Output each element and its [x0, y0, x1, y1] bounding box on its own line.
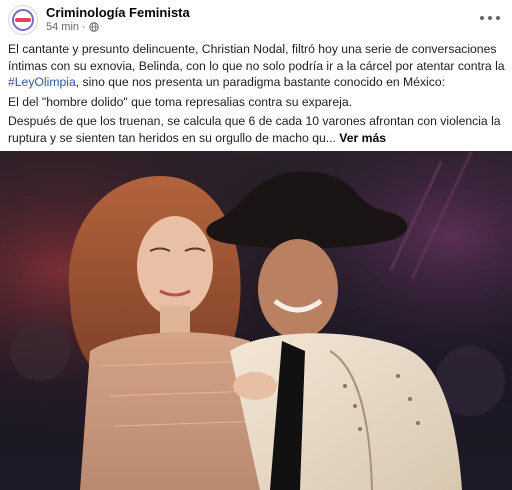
paragraph-1-part-1: El cantante y presunto delincuente, Chri… — [8, 42, 505, 73]
paragraph-1-part-2: , sino que nos presenta un paradigma bas… — [75, 75, 445, 89]
see-more-link[interactable]: Ver más — [339, 131, 386, 145]
post-text-paragraph-1: El cantante y presunto delincuente, Chri… — [8, 41, 506, 91]
post-time[interactable]: 54 min — [46, 21, 79, 33]
page-avatar[interactable] — [8, 5, 38, 35]
post-photo[interactable] — [0, 151, 512, 490]
post-meta: 54 min · — [46, 21, 99, 33]
photo-illustration — [0, 151, 512, 490]
paragraph-3-text: Después de que los truenan, se calcula q… — [8, 114, 501, 145]
post-text-paragraph-3: Después de que los truenan, se calcula q… — [8, 113, 506, 146]
page-name[interactable]: Criminología Feminista — [46, 5, 190, 20]
post-header: Criminología Feminista 54 min · — [0, 0, 512, 38]
avatar-logo-bar — [15, 18, 31, 22]
hashtag-link[interactable]: #LeyOlimpia — [8, 75, 76, 89]
globe-icon[interactable] — [89, 22, 99, 32]
facebook-post: Criminología Feminista 54 min · El canta… — [0, 0, 512, 490]
meta-separator: · — [82, 21, 86, 33]
ellipsis-icon[interactable] — [476, 8, 504, 28]
post-text-paragraph-2: El del "hombre dolido" que toma represal… — [8, 95, 352, 109]
